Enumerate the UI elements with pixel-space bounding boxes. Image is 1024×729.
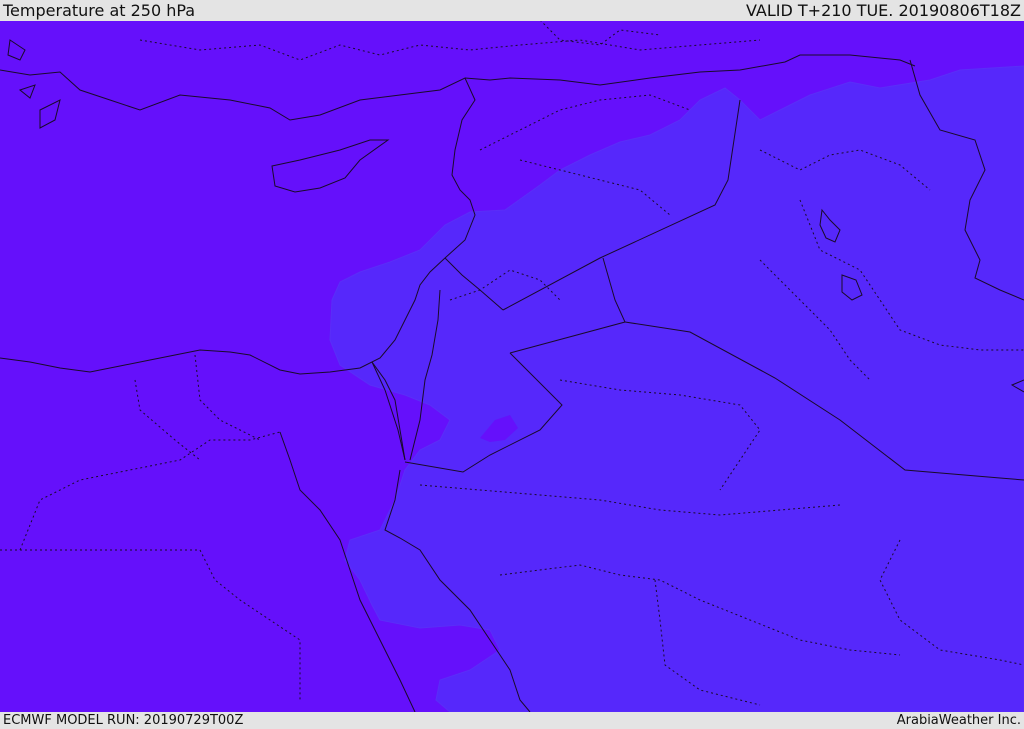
footer-bar: ECMWF MODEL RUN: 20190729T00Z ArabiaWeat… [0, 712, 1024, 729]
temperature-map [0, 21, 1024, 712]
model-run: ECMWF MODEL RUN: 20190729T00Z [3, 713, 244, 728]
header-bar: Temperature at 250 hPa VALID T+210 TUE. … [0, 0, 1024, 21]
valid-time: VALID T+210 TUE. 20190806T18Z [745, 1, 1021, 20]
map-title: Temperature at 250 hPa [3, 1, 196, 20]
credit: ArabiaWeather Inc. [896, 713, 1021, 728]
